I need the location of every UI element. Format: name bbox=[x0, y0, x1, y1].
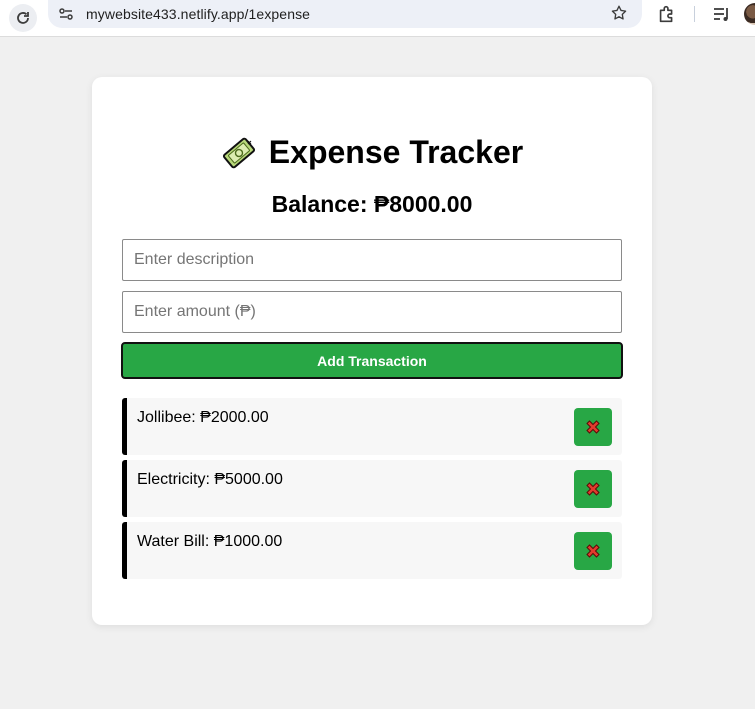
cross-mark-icon bbox=[586, 482, 600, 496]
title-text: Expense Tracker bbox=[268, 134, 524, 170]
browser-toolbar: mywebsite433.netlify.app/1expense bbox=[0, 0, 755, 37]
media-playlist-icon[interactable] bbox=[712, 5, 732, 23]
bookmark-star-icon[interactable] bbox=[610, 4, 628, 22]
delete-transaction-button[interactable] bbox=[574, 532, 612, 570]
add-transaction-button[interactable]: Add Transaction bbox=[121, 342, 623, 379]
cross-mark-icon bbox=[586, 420, 600, 434]
cross-mark-icon bbox=[586, 544, 600, 558]
address-bar[interactable]: mywebsite433.netlify.app/1expense bbox=[48, 0, 642, 28]
transaction-label: Electricity: ₱5000.00 bbox=[137, 471, 283, 488]
delete-transaction-button[interactable] bbox=[574, 408, 612, 446]
extensions-puzzle-icon[interactable] bbox=[656, 3, 678, 25]
reload-button[interactable] bbox=[9, 4, 37, 32]
transaction-label: Water Bill: ₱1000.00 bbox=[137, 533, 283, 550]
site-info-icon[interactable] bbox=[58, 6, 74, 22]
url-text: mywebsite433.netlify.app/1expense bbox=[86, 6, 311, 22]
description-input[interactable] bbox=[122, 239, 622, 281]
page-title: Expense Tracker bbox=[92, 134, 652, 171]
transaction-label: Jollibee: ₱2000.00 bbox=[137, 409, 269, 426]
expense-tracker-card: Expense Tracker Balance: ₱8000.00 Add Tr… bbox=[92, 77, 652, 625]
transaction-item: Water Bill: ₱1000.00 bbox=[122, 522, 622, 579]
money-icon bbox=[222, 137, 255, 168]
delete-transaction-button[interactable] bbox=[574, 470, 612, 508]
profile-avatar[interactable] bbox=[744, 3, 755, 25]
transaction-item: Electricity: ₱5000.00 bbox=[122, 460, 622, 517]
amount-input[interactable] bbox=[122, 291, 622, 333]
reload-icon bbox=[17, 12, 29, 24]
transaction-item: Jollibee: ₱2000.00 bbox=[122, 398, 622, 455]
balance-display: Balance: ₱8000.00 bbox=[271, 191, 473, 217]
toolbar-separator bbox=[694, 6, 695, 22]
